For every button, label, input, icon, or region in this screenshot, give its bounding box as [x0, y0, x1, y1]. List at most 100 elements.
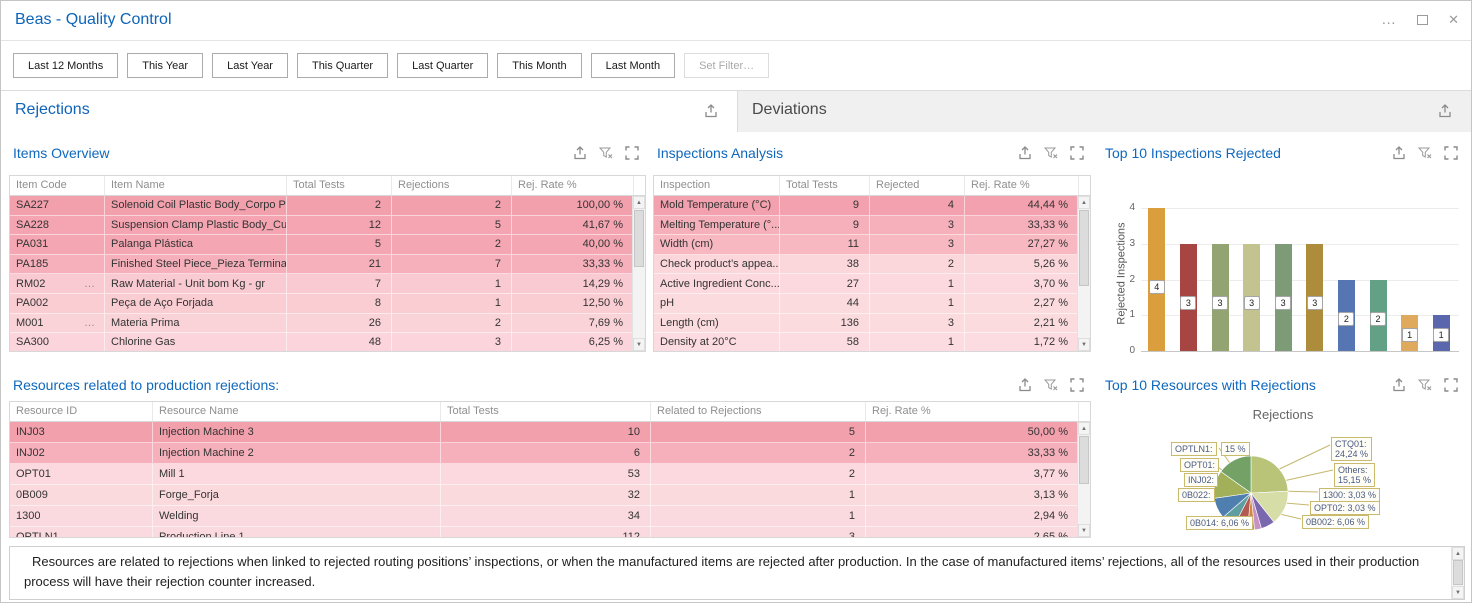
scroll-up-button[interactable]: ▲	[633, 196, 645, 209]
scrollbar[interactable]: ▲ ▼	[1451, 547, 1464, 599]
table-row[interactable]: Active Ingredient Conc...2713,70 %	[654, 274, 1090, 294]
export-icon[interactable]	[1016, 376, 1033, 393]
maximize-icon[interactable]	[1417, 15, 1428, 25]
y-tick-label: 4	[1109, 202, 1135, 213]
column-header[interactable]: Item Name	[105, 176, 287, 195]
scrollbar[interactable]: ▲▼	[632, 196, 645, 351]
scrollbar-thumb[interactable]	[634, 210, 644, 267]
cell-text: 21	[369, 258, 381, 270]
clear-filter-icon[interactable]	[1416, 144, 1433, 161]
scroll-down-button[interactable]: ▼	[1078, 338, 1090, 351]
table-row[interactable]: PA185Finished Steel Piece_Pieza Terminad…	[10, 255, 645, 275]
row-more-indicator[interactable]: …	[84, 278, 98, 290]
table-cell: Suspension Clamp Plastic Body_Cue...	[105, 216, 287, 235]
export-icon[interactable]	[571, 144, 588, 161]
column-header[interactable]: Related to Rejections	[651, 402, 866, 421]
filter-button-last-quarter[interactable]: Last Quarter	[397, 53, 488, 78]
row-more-indicator[interactable]: …	[84, 317, 98, 329]
export-icon[interactable]	[1390, 144, 1407, 161]
column-header[interactable]: Rej. Rate %	[512, 176, 634, 195]
column-header[interactable]: Rej. Rate %	[866, 402, 1079, 421]
filter-button-this-quarter[interactable]: This Quarter	[297, 53, 388, 78]
expand-icon[interactable]	[1442, 376, 1459, 393]
export-icon[interactable]	[1436, 102, 1453, 119]
column-header[interactable]: Item Code	[10, 176, 105, 195]
expand-icon[interactable]	[1068, 144, 1085, 161]
scroll-up-button[interactable]: ▲	[1078, 422, 1090, 435]
table-row[interactable]: OPT01Mill 15323,77 %	[10, 464, 1090, 485]
filter-button-this-year[interactable]: This Year	[127, 53, 203, 78]
set-filter-button[interactable]: Set Filter…	[684, 53, 769, 78]
table-row[interactable]: INJ03Injection Machine 310550,00 %	[10, 422, 1090, 443]
column-header[interactable]: Resource Name	[153, 402, 441, 421]
scroll-down-button[interactable]: ▼	[1452, 586, 1464, 599]
expand-icon[interactable]	[1068, 376, 1085, 393]
cell-text: SA300	[16, 336, 49, 348]
column-header[interactable]: Total Tests	[287, 176, 392, 195]
table-cell: 50,00 %	[866, 422, 1079, 442]
pie-slice-ctq01[interactable]	[1251, 456, 1288, 493]
tab-rejections[interactable]: Rejections	[1, 91, 737, 132]
filter-button-last-month[interactable]: Last Month	[591, 53, 675, 78]
clear-filter-icon[interactable]	[597, 144, 614, 161]
column-header[interactable]: Resource ID	[10, 402, 153, 421]
scroll-down-button[interactable]: ▼	[633, 338, 645, 351]
expand-icon[interactable]	[623, 144, 640, 161]
cell-text: 44,44 %	[1028, 199, 1068, 211]
export-icon[interactable]	[1390, 376, 1407, 393]
scrollbar-thumb[interactable]	[1453, 560, 1463, 585]
more-options-icon[interactable]: …	[1381, 7, 1397, 33]
filter-button-this-month[interactable]: This Month	[497, 53, 581, 78]
table-row[interactable]: Density at 20°C5811,72 %	[654, 333, 1090, 352]
column-header[interactable]: Total Tests	[780, 176, 870, 195]
table-cell: 1	[870, 274, 965, 293]
scrollbar[interactable]: ▲▼	[1077, 196, 1090, 351]
table-row[interactable]: 1300Welding3412,94 %	[10, 506, 1090, 527]
clear-filter-icon[interactable]	[1042, 144, 1059, 161]
clear-filter-icon[interactable]	[1042, 376, 1059, 393]
table-row[interactable]: SA300Chlorine Gas4836,25 %	[10, 333, 645, 352]
table-row[interactable]: INJ02Injection Machine 26233,33 %	[10, 443, 1090, 464]
column-header[interactable]: Total Tests	[441, 402, 651, 421]
scroll-up-button[interactable]: ▲	[1078, 196, 1090, 209]
cell-text: Chlorine Gas	[111, 336, 175, 348]
column-header[interactable]: Rej. Rate %	[965, 176, 1079, 195]
table-row[interactable]: SA227Solenoid Coil Plastic Body_Corpo Pl…	[10, 196, 645, 216]
table-row[interactable]: SA228Suspension Clamp Plastic Body_Cue..…	[10, 216, 645, 236]
cell-text: Finished Steel Piece_Pieza Terminad...	[111, 258, 287, 270]
table-row[interactable]: OPTLN1Production Line 111232,65 %	[10, 527, 1090, 538]
table-row[interactable]: Mold Temperature (°C)9444,44 %	[654, 196, 1090, 216]
close-icon[interactable]: ✕	[1448, 7, 1459, 33]
scrollbar-thumb[interactable]	[1079, 210, 1089, 286]
bar-value-label: 2	[1338, 312, 1354, 326]
table-row[interactable]: PA031Palanga Plástica5240,00 %	[10, 235, 645, 255]
scrollbar-thumb[interactable]	[1079, 436, 1089, 484]
scroll-up-button[interactable]: ▲	[1452, 547, 1464, 560]
table-row[interactable]: Width (cm)11327,27 %	[654, 235, 1090, 255]
table-row[interactable]: M001…Materia Prima2627,69 %	[10, 314, 645, 334]
table-row[interactable]: Melting Temperature (°...9333,33 %	[654, 216, 1090, 236]
cell-text: 100,00 %	[577, 199, 623, 211]
table-row[interactable]: Check product’s appea...3825,26 %	[654, 255, 1090, 275]
clear-filter-icon[interactable]	[1416, 376, 1433, 393]
scrollbar[interactable]: ▲▼	[1077, 422, 1090, 537]
table-row[interactable]: RM02…Raw Material - Unit bom Kg - gr7114…	[10, 274, 645, 294]
expand-icon[interactable]	[1442, 144, 1459, 161]
export-icon[interactable]	[702, 102, 719, 119]
scroll-down-button[interactable]: ▼	[1078, 524, 1090, 537]
table-row[interactable]: pH4412,27 %	[654, 294, 1090, 314]
filter-button-last-12-months[interactable]: Last 12 Months	[13, 53, 118, 78]
cell-text: 9	[853, 199, 859, 211]
filter-button-last-year[interactable]: Last Year	[212, 53, 288, 78]
column-header[interactable]: Rejected	[870, 176, 965, 195]
export-icon[interactable]	[1016, 144, 1033, 161]
table-row[interactable]: PA002Peça de Aço Forjada8112,50 %	[10, 294, 645, 314]
column-header[interactable]: Inspection	[654, 176, 780, 195]
table-row[interactable]: Length (cm)13632,21 %	[654, 314, 1090, 334]
tab-deviations[interactable]: Deviations	[737, 91, 1471, 132]
table-row[interactable]: 0B009Forge_Forja3213,13 %	[10, 485, 1090, 506]
column-header[interactable]: Rejections	[392, 176, 512, 195]
table-cell: 3,13 %	[866, 485, 1079, 505]
table-cell: 33,33 %	[965, 216, 1079, 235]
cell-text: Width (cm)	[660, 238, 713, 250]
